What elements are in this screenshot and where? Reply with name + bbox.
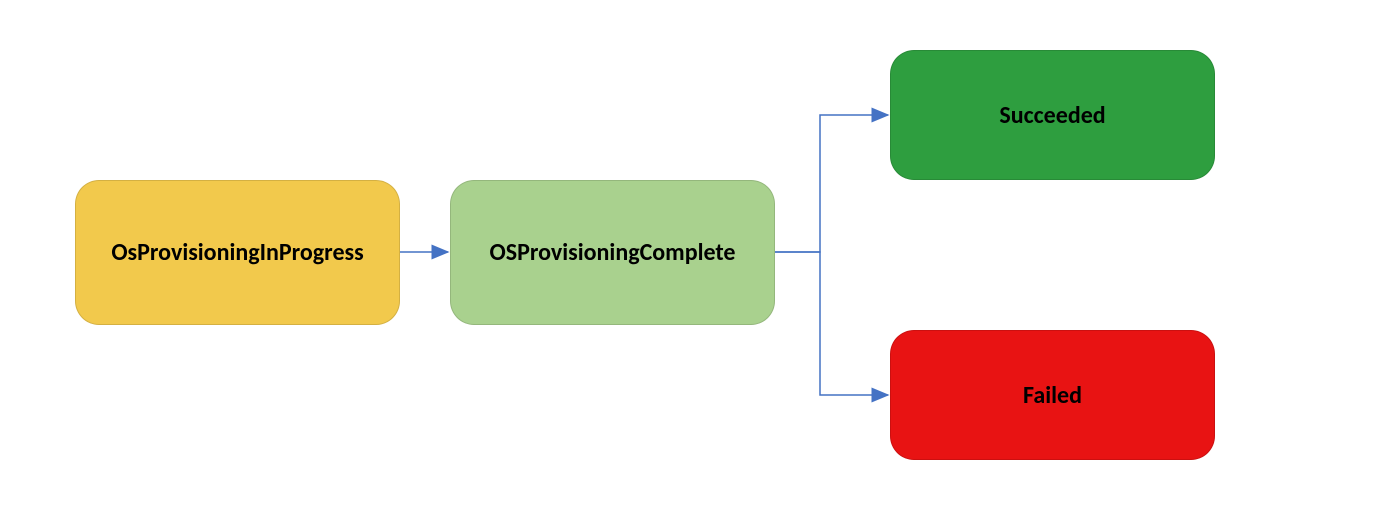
node-label: OSProvisioningComplete bbox=[490, 238, 736, 267]
node-os-provisioning-complete: OSProvisioningComplete bbox=[450, 180, 775, 325]
arrow-complete-to-succeeded bbox=[775, 115, 888, 252]
node-label: Succeeded bbox=[999, 101, 1105, 130]
node-label: OsProvisioningInProgress bbox=[111, 238, 363, 267]
node-label: Failed bbox=[1023, 381, 1082, 410]
node-succeeded: Succeeded bbox=[890, 50, 1215, 180]
node-failed: Failed bbox=[890, 330, 1215, 460]
arrow-complete-to-failed bbox=[775, 252, 888, 395]
node-os-provisioning-in-progress: OsProvisioningInProgress bbox=[75, 180, 400, 325]
